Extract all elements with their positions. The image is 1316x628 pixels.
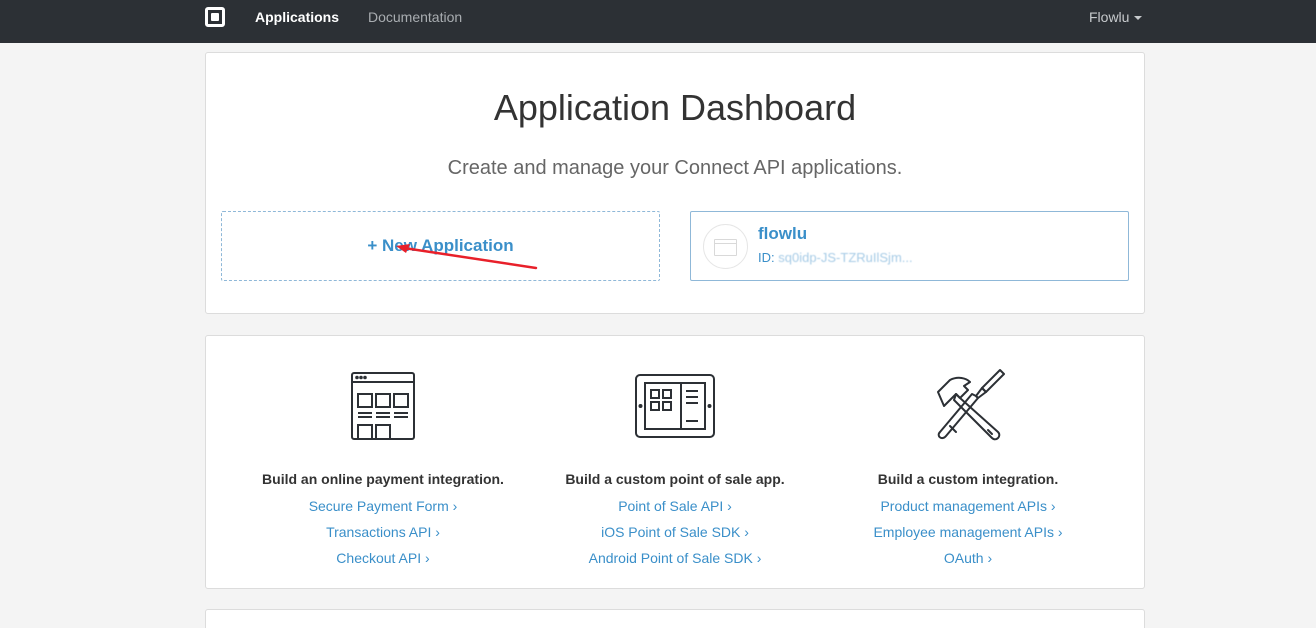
app-avatar xyxy=(703,224,748,269)
link-oauth[interactable]: OAuth › xyxy=(818,550,1118,566)
link-point-of-sale-api[interactable]: Point of Sale API › xyxy=(525,498,825,514)
link-product-management-apis[interactable]: Product management APIs › xyxy=(818,498,1118,514)
square-logo-icon[interactable] xyxy=(205,7,225,27)
app-window-icon xyxy=(714,239,737,256)
nav-documentation[interactable]: Documentation xyxy=(368,9,462,25)
browser-grid-icon xyxy=(351,372,415,440)
user-name: Flowlu xyxy=(1089,9,1130,25)
new-application-label: + New Application xyxy=(367,236,514,255)
bottom-panel xyxy=(205,609,1145,628)
link-ios-point-of-sale-sdk[interactable]: iOS Point of Sale SDK › xyxy=(525,524,825,540)
integration-heading: Build a custom integration. xyxy=(877,471,1059,487)
integrations-panel: Build an online payment integration. Sec… xyxy=(205,335,1145,589)
integration-heading: Build a custom point of sale app. xyxy=(565,471,785,487)
application-name[interactable]: flowlu xyxy=(758,224,807,244)
page-subtitle: Create and manage your Connect API appli… xyxy=(447,157,903,179)
page-title: Application Dashboard xyxy=(493,87,857,128)
application-id-value: sq0idp-JS-TZRuIlSjm... xyxy=(778,250,913,265)
new-application-button[interactable]: + New Application xyxy=(221,211,660,281)
hammer-screwdriver-icon xyxy=(937,369,1005,441)
link-android-point-of-sale-sdk[interactable]: Android Point of Sale SDK › xyxy=(525,550,825,566)
tablet-pos-icon xyxy=(635,374,715,438)
nav-applications[interactable]: Applications xyxy=(255,9,339,25)
link-checkout-api[interactable]: Checkout API › xyxy=(233,550,533,566)
link-employee-management-apis[interactable]: Employee management APIs › xyxy=(818,524,1118,540)
integration-heading: Build an online payment integration. xyxy=(262,471,504,487)
caret-down-icon xyxy=(1134,16,1143,21)
link-transactions-api[interactable]: Transactions API › xyxy=(233,524,533,540)
application-id-label: ID: xyxy=(758,250,775,265)
top-nav-bar: Applications Documentation Flowlu xyxy=(0,0,1316,43)
link-secure-payment-form[interactable]: Secure Payment Form › xyxy=(233,498,533,514)
application-id: ID: sq0idp-JS-TZRuIlSjm... xyxy=(758,250,913,266)
application-card[interactable]: flowlu ID: sq0idp-JS-TZRuIlSjm... xyxy=(690,211,1129,281)
user-menu[interactable]: Flowlu xyxy=(1089,9,1143,25)
dashboard-panel: Application Dashboard Create and manage … xyxy=(205,52,1145,314)
